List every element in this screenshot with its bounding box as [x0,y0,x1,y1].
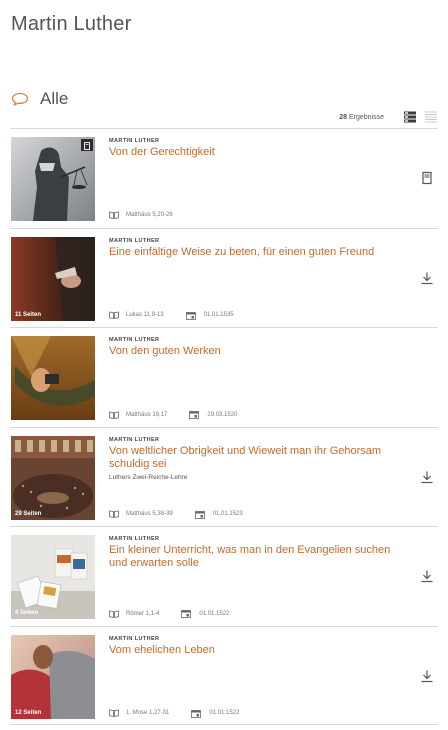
author-label: MARTIN LUTHER [109,635,160,642]
page-count: 29 Seiten [15,510,42,517]
download-icon[interactable] [420,569,434,583]
item-meta: Matthäus 5,38-39 01.01.1523 [109,510,243,519]
item-meta: 1. Mose 1,27-31 01.01.1522 [109,709,239,718]
results-toolbar: 28 Ergebnisse [339,111,437,123]
thumbnail-hammock[interactable] [11,336,95,420]
list-item: 11 Seiten MARTIN LUTHER Eine einfältige … [10,227,438,328]
page-count: 12 Seiten [15,709,42,716]
scripture-reference: 1. Mose 1,27-31 [126,710,170,716]
author-label: MARTIN LUTHER [109,337,160,343]
page-title: Martin Luther [11,13,132,35]
scripture-reference: Lukas 11,9-13 [126,312,164,318]
publication-date: 01.01.1522 [209,710,240,716]
thumbnail-booklets[interactable]: 4 Seiten [11,535,95,619]
open-book-icon [109,510,119,518]
item-meta: Lukas 11,9-13 01.01.1535 [109,311,234,320]
speech-bubble-icon [11,92,29,106]
item-meta: Römer 1,1-4 01.01.1522 [109,609,229,618]
thumbnail-praying-hands[interactable]: 11 Seiten [11,236,95,321]
publication-date: 01.01.1522 [199,610,230,617]
book-icon[interactable] [420,171,434,185]
open-book-icon [109,411,119,419]
item-title[interactable]: Von weltlicher Obrigkeit und Wieweit man… [109,445,409,471]
scripture-reference: Matthäus 5,20-26 [126,212,173,218]
result-count: 28 Ergebnisse [339,113,384,121]
thumbnail-parliament[interactable]: 29 Seiten [11,435,95,520]
item-subtitle: Luthers Zwei-Reiche-Lehre [109,473,188,481]
publication-date: 01.01.1535 [203,312,234,318]
scripture-reference: Matthäus 5,38-39 [126,511,173,517]
scripture-reference: Matthäus 19,17 [126,411,168,418]
list-view-icon[interactable] [404,111,416,123]
list-item: 29 Seiten MARTIN LUTHER Von weltlicher O… [10,426,438,527]
compact-list-icon[interactable] [425,111,437,123]
calendar-icon [194,510,205,519]
item-title[interactable]: Eine einfältige Weise zu beten, für eine… [109,246,409,259]
item-meta: Matthäus 19,17 29.03.1520 [109,410,237,419]
thumbnail-couple[interactable]: 12 Seiten [11,634,95,719]
author-label: MARTIN LUTHER [109,237,160,244]
author-label: MARTIN LUTHER [109,436,160,443]
item-title[interactable]: Von der Gerechtigkeit [109,146,409,159]
page-count: 4 Seiten [15,610,39,616]
list-item: MARTIN LUTHER Von der Gerechtigkeit Matt… [10,128,438,228]
filter-label: Alle [40,89,69,108]
calendar-icon [191,709,202,718]
list-item: 4 Seiten MARTIN LUTHER Ein kleiner Unter… [10,526,438,626]
publication-date: 29.03.1520 [207,411,238,418]
download-icon[interactable] [420,669,434,683]
list-item: 12 Seiten MARTIN LUTHER Vom ehelichen Le… [10,625,438,725]
open-book-icon [109,610,119,618]
book-badge-icon [81,139,93,151]
list-item: MARTIN LUTHER Von den guten Werken Matth… [10,327,438,427]
calendar-icon [189,411,200,419]
item-title[interactable]: Ein kleiner Unterricht, was man in den E… [109,544,409,570]
open-book-icon [109,211,119,219]
thumbnail-justitia[interactable] [11,137,95,221]
calendar-icon [181,610,192,618]
page-count: 11 Seiten [15,311,42,318]
item-title[interactable]: Vom ehelichen Leben [109,644,409,657]
calendar-icon [185,311,196,320]
results-list: MARTIN LUTHER Von der Gerechtigkeit Matt… [10,128,438,725]
open-book-icon [109,709,119,717]
author-label: MARTIN LUTHER [109,138,160,144]
open-book-icon [109,311,119,319]
filter-all[interactable]: Alle [11,89,68,109]
download-icon[interactable] [420,271,434,285]
download-icon[interactable] [420,470,434,484]
author-label: MARTIN LUTHER [109,536,160,542]
item-meta: Matthäus 5,20-26 [109,211,173,219]
scripture-reference: Römer 1,1-4 [126,610,160,617]
publication-date: 01.01.1523 [212,511,243,517]
item-title[interactable]: Von den guten Werken [109,345,409,358]
